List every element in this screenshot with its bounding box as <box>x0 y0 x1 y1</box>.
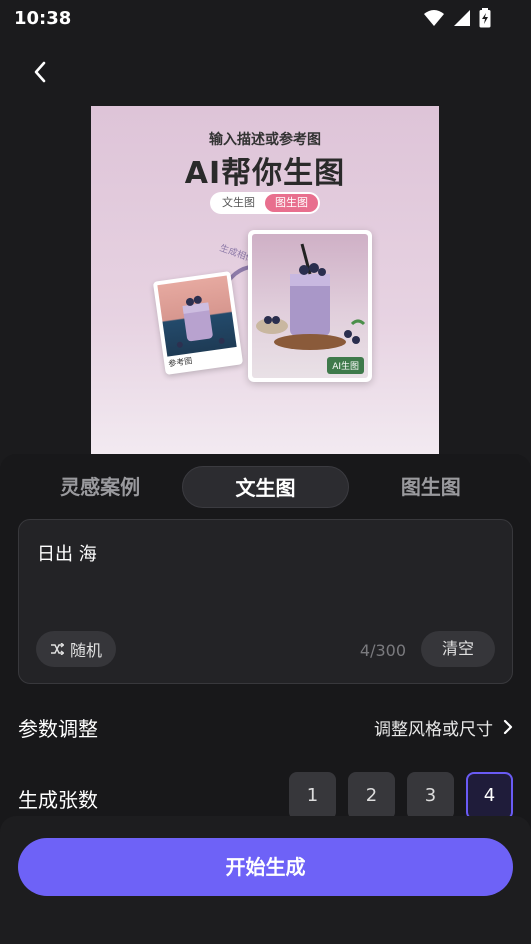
preview-toggle-left: 文生图 <box>222 196 255 209</box>
random-button[interactable]: 随机 <box>36 631 117 667</box>
battery-icon <box>479 8 491 28</box>
count-option-4[interactable]: 4 <box>466 772 513 820</box>
preview-toggle: 文生图 图生图 <box>210 192 320 214</box>
count-label: 生成张数 <box>18 788 98 812</box>
char-count: 4/300 <box>359 641 406 660</box>
start-generate-button[interactable]: 开始生成 <box>18 838 513 896</box>
prompt-text[interactable]: 日出 海 <box>37 540 97 566</box>
cellular-icon <box>454 10 470 26</box>
count-option-2[interactable]: 2 <box>348 772 395 820</box>
count-option-1[interactable]: 1 <box>289 772 336 820</box>
status-bar: 10:38 <box>0 0 531 36</box>
preview-title: AI帮你生图 <box>184 156 346 191</box>
chevron-left-icon <box>34 61 46 83</box>
chevron-right-icon <box>503 719 513 735</box>
count-row: 生成张数 1 2 3 4 <box>18 772 513 822</box>
random-label: 随机 <box>70 641 103 660</box>
reference-image-card: 参考图 <box>152 271 244 375</box>
clear-button[interactable]: 清空 <box>421 631 495 667</box>
param-link-label: 调整风格或尺寸 <box>374 719 493 740</box>
back-button[interactable] <box>26 58 54 86</box>
footer: 开始生成 <box>0 816 531 944</box>
status-time: 10:38 <box>14 8 72 29</box>
tab-text-to-image[interactable]: 文生图 <box>182 466 349 508</box>
prompt-input-box[interactable]: 日出 海 随机 4/300 清空 <box>18 519 513 684</box>
param-row[interactable]: 参数调整 调整风格或尺寸 <box>18 712 513 742</box>
tab-inspiration[interactable]: 灵感案例 <box>18 466 182 508</box>
shuffle-icon <box>51 643 64 655</box>
preview-subtitle: 输入描述或参考图 <box>209 132 321 148</box>
tab-image-to-image[interactable]: 图生图 <box>349 466 513 508</box>
preview-banner: 输入描述或参考图 AI帮你生图 文生图 图生图 生成相似图 参考图 AI生图 <box>91 106 439 466</box>
ai-badge: AI生图 <box>327 357 364 374</box>
ai-image-card: AI生图 <box>248 230 372 382</box>
preview-toggle-right: 图生图 <box>265 194 318 212</box>
param-label: 参数调整 <box>18 716 98 741</box>
status-icons <box>423 8 491 28</box>
mode-tabs: 灵感案例 文生图 图生图 <box>18 466 513 508</box>
wifi-icon <box>424 10 444 26</box>
ai-image: AI生图 <box>252 234 368 378</box>
reference-image <box>157 275 237 357</box>
param-link[interactable]: 调整风格或尺寸 <box>374 715 513 740</box>
count-option-3[interactable]: 3 <box>407 772 454 820</box>
count-options: 1 2 3 4 <box>289 772 513 820</box>
